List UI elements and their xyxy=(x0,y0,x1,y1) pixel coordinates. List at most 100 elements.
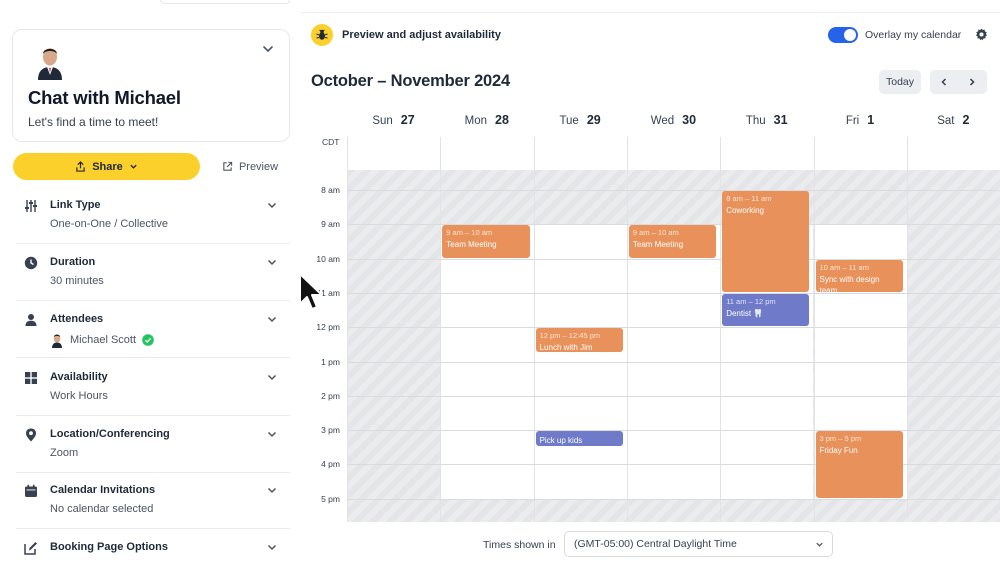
day-date: 29 xyxy=(586,113,601,127)
calendar-range-title: October – November 2024 xyxy=(311,72,510,90)
day-header: Wed 30 xyxy=(627,113,720,129)
external-link-icon xyxy=(223,161,233,171)
attendee-item: Michael Scott xyxy=(50,332,154,348)
main-panel: Preview and adjust availability Overlay … xyxy=(300,0,1000,562)
header-divider xyxy=(300,12,1000,13)
grid-icon xyxy=(25,372,37,384)
next-week-button[interactable] xyxy=(958,70,986,94)
setting-link-type[interactable]: Link Type One-on-One / Collective xyxy=(16,187,290,244)
calendar-event[interactable]: 10 am – 11 am Sync with design team xyxy=(815,259,903,292)
day-name: Mon xyxy=(464,115,488,127)
hour-line xyxy=(347,498,1000,500)
chevron-left-icon xyxy=(941,78,947,86)
hour-label: 11 am xyxy=(317,287,340,298)
edit-icon xyxy=(24,542,37,555)
setting-title: Availability xyxy=(50,371,108,383)
profile-title: Chat with Michael xyxy=(28,87,181,108)
chevron-down-icon[interactable] xyxy=(266,371,278,383)
chevron-down-icon[interactable] xyxy=(261,42,275,56)
event-time: 9 am – 10 am xyxy=(446,228,493,238)
calendar-event[interactable]: 11 am – 12 pm Dentist 🦷 xyxy=(722,293,810,327)
top-tab-stub xyxy=(160,0,290,4)
setting-title: Booking Page Options xyxy=(50,541,168,553)
setting-availability[interactable]: Availability Work Hours xyxy=(16,359,290,416)
header-strip xyxy=(347,137,1000,170)
calendar-event[interactable]: 9 am – 10 am Team Meeting xyxy=(628,225,717,258)
day-header: Fri 1 xyxy=(814,113,907,129)
hour-line xyxy=(347,395,1000,397)
overlay-label: Overlay my calendar xyxy=(865,29,962,41)
attendee-avatar xyxy=(52,334,62,348)
chevron-down-icon[interactable] xyxy=(266,541,278,553)
event-time: 11 am – 12 pm xyxy=(726,296,776,306)
hour-line xyxy=(347,292,1000,294)
clock-icon xyxy=(24,256,38,270)
overlay-toggle[interactable] xyxy=(828,27,858,43)
setting-calendar-invitations[interactable]: Calendar Invitations No calendar selecte… xyxy=(16,472,290,529)
event-title: Lunch with Jim xyxy=(539,343,593,352)
setting-title: Duration xyxy=(50,256,96,268)
setting-value: One-on-One / Collective xyxy=(50,218,168,230)
day-name: Fri xyxy=(845,115,860,127)
gear-icon[interactable] xyxy=(975,28,988,41)
chevron-down-icon[interactable] xyxy=(266,256,278,268)
prev-week-button[interactable] xyxy=(930,70,958,94)
location-pin-icon xyxy=(26,428,36,442)
hour-label: 3 pm xyxy=(321,425,340,436)
preview-label: Preview xyxy=(238,160,279,173)
chevron-down-icon[interactable] xyxy=(266,199,278,211)
chevron-down-icon[interactable] xyxy=(266,428,278,440)
day-name: Wed xyxy=(650,115,675,127)
calendar-event[interactable]: 3 pm – 5 pm Friday Fun xyxy=(815,431,903,498)
day-header: Sun 27 xyxy=(347,113,440,129)
timezone-short-label: CDT xyxy=(322,137,340,147)
sidebar: Chat with Michael Let's find a time to m… xyxy=(0,0,300,562)
event-title: Friday Fun xyxy=(819,446,858,456)
day-name: Tue xyxy=(559,115,579,127)
hour-label: 10 am xyxy=(316,253,340,264)
event-title: Team Meeting xyxy=(632,240,684,250)
share-button[interactable]: Share xyxy=(13,153,200,180)
today-button[interactable]: Today xyxy=(879,70,921,94)
chevron-down-icon[interactable] xyxy=(266,484,278,496)
chevron-right-icon xyxy=(969,78,975,86)
profile-subtitle: Let's find a time to meet! xyxy=(28,115,159,129)
event-title: Pick up kids xyxy=(539,436,583,446)
calendar-event[interactable]: 9 am – 10 am Team Meeting xyxy=(442,225,530,258)
chevron-down-icon[interactable] xyxy=(266,313,278,325)
day-date: 28 xyxy=(495,113,509,127)
timezone-footer: Times shown in (GMT-05:00) Central Dayli… xyxy=(300,522,1000,562)
day-header: Mon 28 xyxy=(440,113,533,129)
day-date: 31 xyxy=(773,113,788,127)
profile-card[interactable]: Chat with Michael Let's find a time to m… xyxy=(12,29,290,142)
calendar-event[interactable]: Pick up kids xyxy=(535,431,623,447)
event-title: Team Meeting xyxy=(446,240,497,250)
event-time: 10 am – 11 am xyxy=(819,262,869,272)
event-title: Coworking xyxy=(726,206,764,215)
hour-line xyxy=(347,361,1000,363)
timezone-select-value: (GMT-05:00) Central Daylight Time xyxy=(574,538,737,550)
setting-title: Location/Conferencing xyxy=(50,428,170,440)
event-time: 8 am – 11 am xyxy=(726,194,772,203)
setting-value: Work Hours xyxy=(50,390,108,402)
share-label: Share xyxy=(92,160,123,173)
calendar-event[interactable]: 12 pm – 12:45 pm Lunch with Jim xyxy=(535,328,623,352)
day-date: 1 xyxy=(867,113,875,127)
timezone-select[interactable]: (GMT-05:00) Central Daylight Time xyxy=(564,531,833,557)
setting-duration[interactable]: Duration 30 minutes xyxy=(16,244,290,301)
week-calendar: CDT Sun 27 Mon 28 Tue 29 Wed 30 Thu 31 Fri 1 Sat 2 8 … xyxy=(300,105,1000,522)
hour-label: 12 pm xyxy=(316,322,340,333)
event-time: 12 pm – 12:45 pm xyxy=(539,331,601,341)
setting-attendees[interactable]: Attendees Michael Scott xyxy=(16,301,290,358)
setting-title: Attendees xyxy=(50,313,104,325)
setting-location[interactable]: Location/Conferencing Zoom xyxy=(16,416,290,473)
day-name: Sat xyxy=(937,115,955,127)
day-date: 27 xyxy=(400,113,415,127)
event-time: 9 am – 10 am xyxy=(632,228,679,238)
hour-line xyxy=(347,258,1000,260)
setting-value: Zoom xyxy=(50,447,79,459)
preview-button[interactable]: Preview xyxy=(210,153,290,180)
calendar-event[interactable]: 8 am – 11 am Coworking xyxy=(722,191,810,292)
setting-booking-page-options[interactable]: Booking Page Options xyxy=(16,529,290,562)
calendar-icon xyxy=(25,484,37,497)
